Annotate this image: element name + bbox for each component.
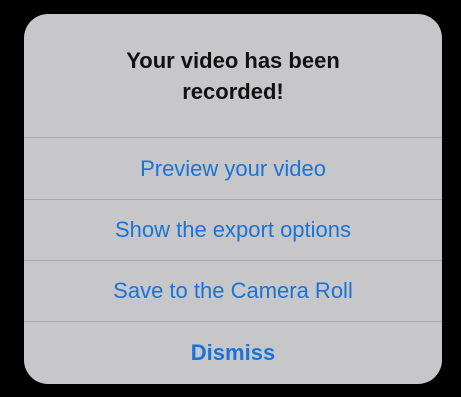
- save-to-camera-roll-button[interactable]: Save to the Camera Roll: [24, 260, 442, 321]
- alert-actions: Preview your video Show the export optio…: [24, 137, 442, 383]
- alert-header: Your video has been recorded!: [24, 14, 442, 137]
- alert-dialog: Your video has been recorded! Preview yo…: [24, 14, 442, 384]
- show-export-options-button[interactable]: Show the export options: [24, 199, 442, 260]
- preview-video-button[interactable]: Preview your video: [24, 137, 442, 199]
- alert-title: Your video has been recorded!: [126, 47, 340, 104]
- dismiss-button[interactable]: Dismiss: [24, 321, 442, 383]
